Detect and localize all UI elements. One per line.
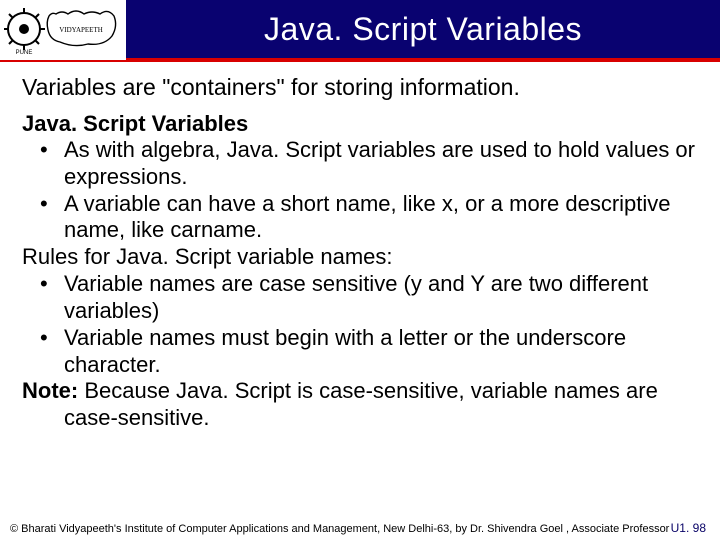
note-text: Because Java. Script is case-sensitive, … bbox=[64, 378, 658, 430]
slide-title: Java. Script Variables bbox=[126, 11, 720, 48]
bullet-list-2: Variable names are case sensitive (y and… bbox=[22, 271, 698, 378]
slide-body: Variables are "containers" for storing i… bbox=[0, 62, 720, 432]
slide-footer: © Bharati Vidyapeeth's Institute of Comp… bbox=[0, 521, 720, 535]
bullet-list-1: As with algebra, Java. Script variables … bbox=[22, 137, 698, 244]
bullet-item: As with algebra, Java. Script variables … bbox=[22, 137, 698, 191]
slide-header: VIDYAPEETH PUNE Java. Script Variables bbox=[0, 0, 720, 62]
bullet-item: Variable names must begin with a letter … bbox=[22, 325, 698, 379]
footer-credit: © Bharati Vidyapeeth's Institute of Comp… bbox=[10, 523, 671, 535]
note-line: Note: Because Java. Script is case-sensi… bbox=[22, 378, 698, 432]
bullet-item: A variable can have a short name, like x… bbox=[22, 191, 698, 245]
intro-text: Variables are "containers" for storing i… bbox=[22, 74, 698, 101]
note-label: Note: bbox=[22, 378, 78, 403]
section-subhead: Java. Script Variables bbox=[22, 111, 698, 137]
svg-text:PUNE: PUNE bbox=[16, 50, 33, 56]
rules-heading: Rules for Java. Script variable names: bbox=[22, 244, 698, 271]
bullet-item: Variable names are case sensitive (y and… bbox=[22, 271, 698, 325]
institute-logo: VIDYAPEETH PUNE bbox=[0, 0, 126, 60]
page-number: U1. 98 bbox=[671, 521, 706, 535]
svg-text:VIDYAPEETH: VIDYAPEETH bbox=[59, 26, 103, 34]
